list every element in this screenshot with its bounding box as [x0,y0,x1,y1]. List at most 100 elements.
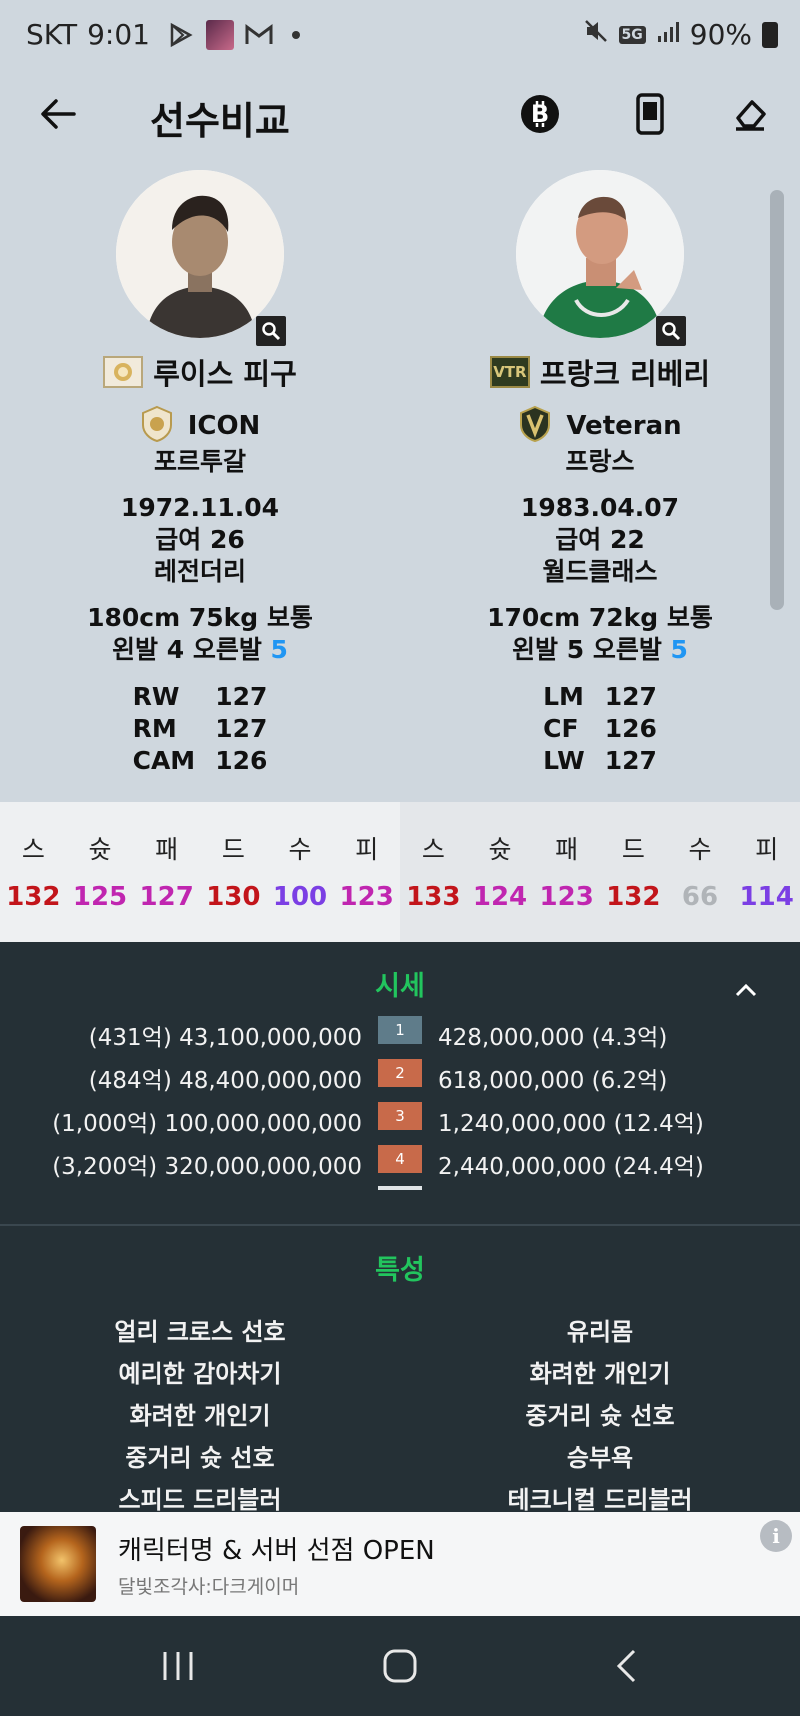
stat-defending: 수 66 [667,802,734,942]
vtr-season-badge: VTR [489,356,530,388]
trait-left: 화려한 개인기 [129,1402,271,1430]
player-card-right: VTR 프랑크 리베리 Veteran 프랑스 1983.04.07 급여 22… [400,170,800,776]
position-row: RW 127 [123,680,278,712]
foot-text: 왼발 5 오른발 [512,635,671,664]
stat-label: 패 [155,835,179,864]
recent-apps-button[interactable] [148,1646,208,1686]
trait-right: 승부욕 [566,1444,634,1472]
strong-foot-value: 5 [270,635,288,664]
body-info: 180cm 75kg 보통 [87,603,313,632]
price-right: 1,240,000,000 (12.4억) [438,1111,704,1137]
foot-text: 왼발 4 오른발 [112,635,271,664]
trait-right: 테크니컬 드리블러 [507,1486,693,1514]
veteran-class-icon [518,405,552,447]
stat-value: 100 [272,882,328,912]
price-left: (431억) 43,100,000,000 [88,1025,362,1051]
stat-comparison: 스 132 슛 125 패 127 드 130 수 100 피 123 스 133 슛 124 … [0,802,800,942]
strong-foot-value: 5 [670,635,688,664]
system-nav-bar [0,1616,800,1716]
bp-coin-button[interactable]: B [518,92,562,136]
reputation: 월드클래스 [542,557,658,586]
section-divider [0,1224,800,1226]
stat-value: 114 [739,882,794,912]
stats-left: 스 132 슛 125 패 127 드 130 수 100 피 123 [0,802,400,942]
stat-value: 132 [6,882,61,912]
position-row: LM 127 [533,680,667,712]
upgrade-grade-badge[interactable]: 2 [378,1059,422,1087]
position-ovr: 127 [604,745,657,775]
system-back-button[interactable] [596,1646,656,1686]
stat-pace: 스 132 [0,802,67,942]
price-right: 2,440,000,000 (24.4억) [438,1154,704,1180]
price-row: (431억) 43,100,000,000 1 428,000,000 (4.3… [0,1012,800,1052]
upgrade-grade-badge[interactable]: 1 [378,1016,422,1044]
home-button[interactable] [370,1646,430,1686]
ad-info-icon[interactable]: i [760,1520,792,1552]
market-price-title: 시세 [375,971,425,1002]
zoom-photo-button[interactable] [256,316,286,346]
body-info: 170cm 72kg 보통 [487,603,713,632]
stat-label: 수 [688,835,712,864]
svg-text:B: B [531,100,549,128]
recent-apps-icon [163,1652,193,1680]
price-right: 428,000,000 (4.3억) [438,1025,668,1051]
stat-label: 수 [288,835,312,864]
trait-left: 얼리 크로스 선호 [114,1318,286,1346]
price-row: (1,000억) 100,000,000,000 3 1,240,000,000… [0,1098,800,1138]
bitcoin-icon: B [521,95,559,133]
icon-class-icon [140,405,174,447]
stat-label: 스 [21,835,45,864]
salary: 급여 22 [555,525,645,554]
ad-banner[interactable]: 캐릭터명 & 서버 선점 OPEN 달빛조각사:다크게이머 i [0,1512,800,1616]
upgrade-grade-badge[interactable]: 4 [378,1145,422,1173]
price-left: (484억) 48,400,000,000 [88,1068,362,1094]
player-photo[interactable] [516,170,684,338]
player-photo[interactable] [116,170,284,338]
stat-value: 123 [539,882,594,912]
trait-row: 예리한 감아차기 화려한 개인기 [0,1354,800,1394]
stat-value: 132 [606,882,661,912]
stat-label: 패 [555,835,579,864]
card-class-label: Veteran [566,411,682,441]
phone-view-button[interactable] [628,92,672,136]
position-row: CF 126 [533,712,667,744]
price-right: 618,000,000 (6.2억) [438,1068,668,1094]
trait-left: 스피드 드리블러 [118,1486,282,1514]
player-card-left: 루이스 피구 ICON 포르투갈 1972.11.04 급여 26 레전더리 1… [0,170,400,776]
position-ovr: 127 [604,681,657,711]
back-button[interactable] [36,92,80,136]
ad-app-logo[interactable] [20,1526,96,1602]
stat-passing: 패 127 [133,802,200,942]
app-notification-avatar-icon [205,19,234,50]
stat-value: 125 [72,882,128,912]
carrier-label: SKT [26,18,78,51]
stat-label: 피 [355,835,379,864]
salary: 급여 26 [155,525,245,554]
position-row: RM 127 [123,712,278,744]
birth-date: 1983.04.07 [520,493,680,522]
stat-pace: 스 133 [400,802,467,942]
position-label: CAM [132,745,196,775]
more-notifications-dot-icon [291,30,300,39]
stat-value: 127 [139,882,194,912]
eraser-button[interactable] [728,92,772,136]
status-bar: SKT 9:01 5G 90% [0,0,800,74]
position-ratings: RW 127 RM 127 CAM 126 [123,680,278,776]
stat-shooting: 슛 124 [467,802,534,942]
trait-right: 화려한 개인기 [529,1360,671,1388]
ad-subtitle[interactable]: 달빛조각사:다크게이머 [118,1572,299,1599]
collapse-button[interactable] [732,976,760,1004]
position-ovr: 127 [215,681,268,711]
position-label: LM [543,681,584,711]
stat-value: 133 [406,882,461,912]
battery-percent: 90% [689,18,752,51]
stat-value: 66 [681,882,719,912]
partially-hidden-row-indicator [378,1186,422,1190]
ad-title[interactable]: 캐릭터명 & 서버 선점 OPEN [118,1530,435,1567]
price-left: (3,200억) 320,000,000,000 [52,1154,362,1180]
upgrade-grade-badge[interactable]: 3 [378,1102,422,1130]
stat-label: 슛 [88,835,112,864]
zoom-photo-button[interactable] [656,316,686,346]
position-row: LW 127 [533,744,667,776]
position-label: RW [132,681,180,711]
